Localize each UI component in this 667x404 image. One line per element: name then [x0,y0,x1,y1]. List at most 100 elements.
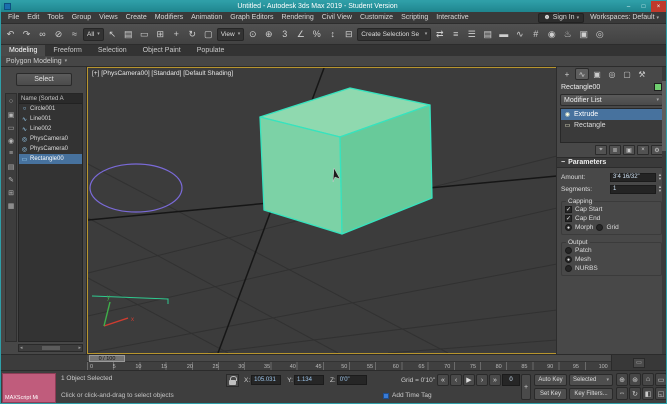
select-and-link-icon[interactable]: ∞ [35,26,50,42]
select-all-icon[interactable]: ▣ [7,110,16,119]
scene-object-row[interactable]: ∿ Line001 [19,114,82,124]
material-editor-icon[interactable]: ◉ [544,26,559,42]
scrollbar-thumb[interactable] [662,81,666,151]
menu-item[interactable]: Create [122,14,151,21]
time-slider-track[interactable]: 0 / 100 [87,355,611,362]
menu-item[interactable]: Scripting [397,14,432,21]
named-selection-set-field[interactable]: Create Selection Se ▾ [357,27,432,41]
snap-toggle-icon[interactable]: 3 [277,26,292,42]
percent-snap-icon[interactable]: % [309,26,324,42]
utilities-tab-icon[interactable]: ⚒ [635,68,649,80]
menu-item[interactable]: Graph Editors [226,14,277,21]
render-production-icon[interactable]: ◎ [592,26,607,42]
modifier-list-dropdown[interactable]: Modifier List ▾ [560,94,663,106]
undo-icon[interactable]: ↶ [3,26,18,42]
sign-in-button[interactable]: ☻ Sign In ▾ [538,12,585,23]
modifier-visibility-icon[interactable]: ◉ [564,111,571,118]
menu-item[interactable]: Modifiers [151,14,187,21]
spinner-snap-icon[interactable]: ↕ [325,26,340,42]
schematic-view-icon[interactable]: # [528,26,543,42]
window-crossing-icon[interactable]: ⊞ [153,26,168,42]
curve-editor-icon[interactable]: ∿ [512,26,527,42]
menu-item[interactable]: Edit [23,14,43,21]
filter-icon[interactable]: ≡ [7,149,16,158]
select-and-move-icon[interactable]: + [169,26,184,42]
remove-modifier-icon[interactable]: × [637,145,649,155]
parameters-rollout-header[interactable]: − Parameters [557,157,666,168]
render-setup-icon[interactable]: ♨ [560,26,575,42]
named-selection-sets-icon[interactable]: ⊟ [341,26,356,42]
zoom-region-icon[interactable]: ▭ [655,373,666,386]
viewport-label[interactable]: [+] [PhysCamera00] [Standard] [Default S… [92,70,233,77]
object-color-swatch[interactable] [654,83,662,91]
settings-icon[interactable]: ⊞ [7,188,16,197]
display-tab-icon[interactable]: ▢ [620,68,634,80]
scene-object-row[interactable]: ▭ Rectangle00 [19,154,82,164]
app-icon[interactable] [4,3,11,10]
maximize-viewport-icon[interactable]: ◱ [655,387,666,400]
patch-radio[interactable] [565,247,572,254]
workspaces-dropdown[interactable]: Workspaces: Default ▾ [590,14,659,21]
mirror-icon[interactable]: ⇄ [432,26,447,42]
selection-lock-toggle[interactable] [226,374,239,387]
scene-list-scrollbar[interactable]: ◂ ▸ [18,344,83,352]
viewport-canvas[interactable]: x y [88,68,557,353]
zoom-icon[interactable]: ⊕ [616,373,628,386]
pin-stack-icon[interactable]: ⌖ [595,145,607,155]
freeze-toggle-icon[interactable]: ◉ [7,136,16,145]
previous-frame-icon[interactable]: ‹ [450,374,462,386]
ribbon-tab[interactable]: Selection [90,45,135,56]
list-view-icon[interactable]: ▦ [7,201,16,210]
use-pivot-center-icon[interactable]: ⊙ [245,26,260,42]
perspective-viewport[interactable]: [+] [PhysCamera00] [Standard] [Default S… [87,67,558,354]
scroll-right-icon[interactable]: ▸ [78,345,81,351]
scene-object-row[interactable]: ◎ PhysCamera0 [19,134,82,144]
minimize-button[interactable]: – [621,1,636,12]
ribbon-tab[interactable]: Modeling [1,45,46,56]
scene-object-row[interactable]: ◎ PhysCamera0 [19,144,82,154]
ribbon-toggle-icon[interactable]: ▬ [496,26,511,42]
ribbon-tab[interactable]: Freeform [45,45,89,56]
select-and-manipulate-icon[interactable]: ⊕ [261,26,276,42]
field-of-view-icon[interactable]: ◧ [642,387,654,400]
menu-item[interactable]: Group [68,14,95,21]
key-mode-dropdown[interactable]: Selected ▾ [569,374,613,386]
go-to-end-icon[interactable]: » [489,374,501,386]
close-button[interactable]: × [651,1,666,12]
layer-explorer-icon[interactable]: ▤ [480,26,495,42]
select-and-rotate-icon[interactable]: ↻ [185,26,200,42]
nurbs-radio[interactable] [565,265,572,272]
x-coordinate-field[interactable]: 105.031 [251,375,282,385]
extruded-box-object[interactable] [259,87,433,235]
morph-radio[interactable]: ● [565,224,572,231]
motion-tab-icon[interactable]: ◎ [605,68,619,80]
current-frame-field[interactable]: 0 [502,374,520,386]
next-frame-icon[interactable]: › [476,374,488,386]
menu-item[interactable]: Tools [43,14,67,21]
angle-snap-icon[interactable]: ∠ [293,26,308,42]
set-keys-button[interactable]: + [521,374,531,400]
select-and-scale-icon[interactable]: ▢ [201,26,216,42]
key-filters-button[interactable]: Key Filters... [569,388,613,400]
mesh-radio[interactable]: ● [565,256,572,263]
ribbon-tab[interactable]: Object Paint [135,45,189,56]
scene-explorer-icon[interactable]: ☰ [464,26,479,42]
edit-icon[interactable]: ✎ [7,175,16,184]
bind-to-space-warp-icon[interactable]: ≈ [67,26,82,42]
hide-toggle-icon[interactable]: ▭ [7,123,16,132]
play-icon[interactable]: ▶ [463,374,475,386]
scroll-left-icon[interactable]: ◂ [20,345,23,351]
pan-icon[interactable]: ⇔ [616,387,628,400]
selection-filter-dropdown[interactable]: All ▾ [83,27,104,41]
menu-item[interactable]: Interactive [432,14,472,21]
reference-coordinate-dropdown[interactable]: View ▾ [216,27,245,41]
title-bar[interactable]: Untitled - Autodesk 3ds Max 2019 - Stude… [1,1,666,12]
pick-object-icon[interactable]: ○ [7,97,16,106]
maximize-button[interactable]: □ [636,1,651,12]
hierarchy-tab-icon[interactable]: ▣ [590,68,604,80]
show-end-result-icon[interactable]: ≣ [609,145,621,155]
y-coordinate-field[interactable]: 1.134 [293,375,324,385]
unlink-selection-icon[interactable]: ⊘ [51,26,66,42]
zoom-all-icon[interactable]: ⊛ [629,373,641,386]
grid-radio[interactable] [596,224,604,231]
